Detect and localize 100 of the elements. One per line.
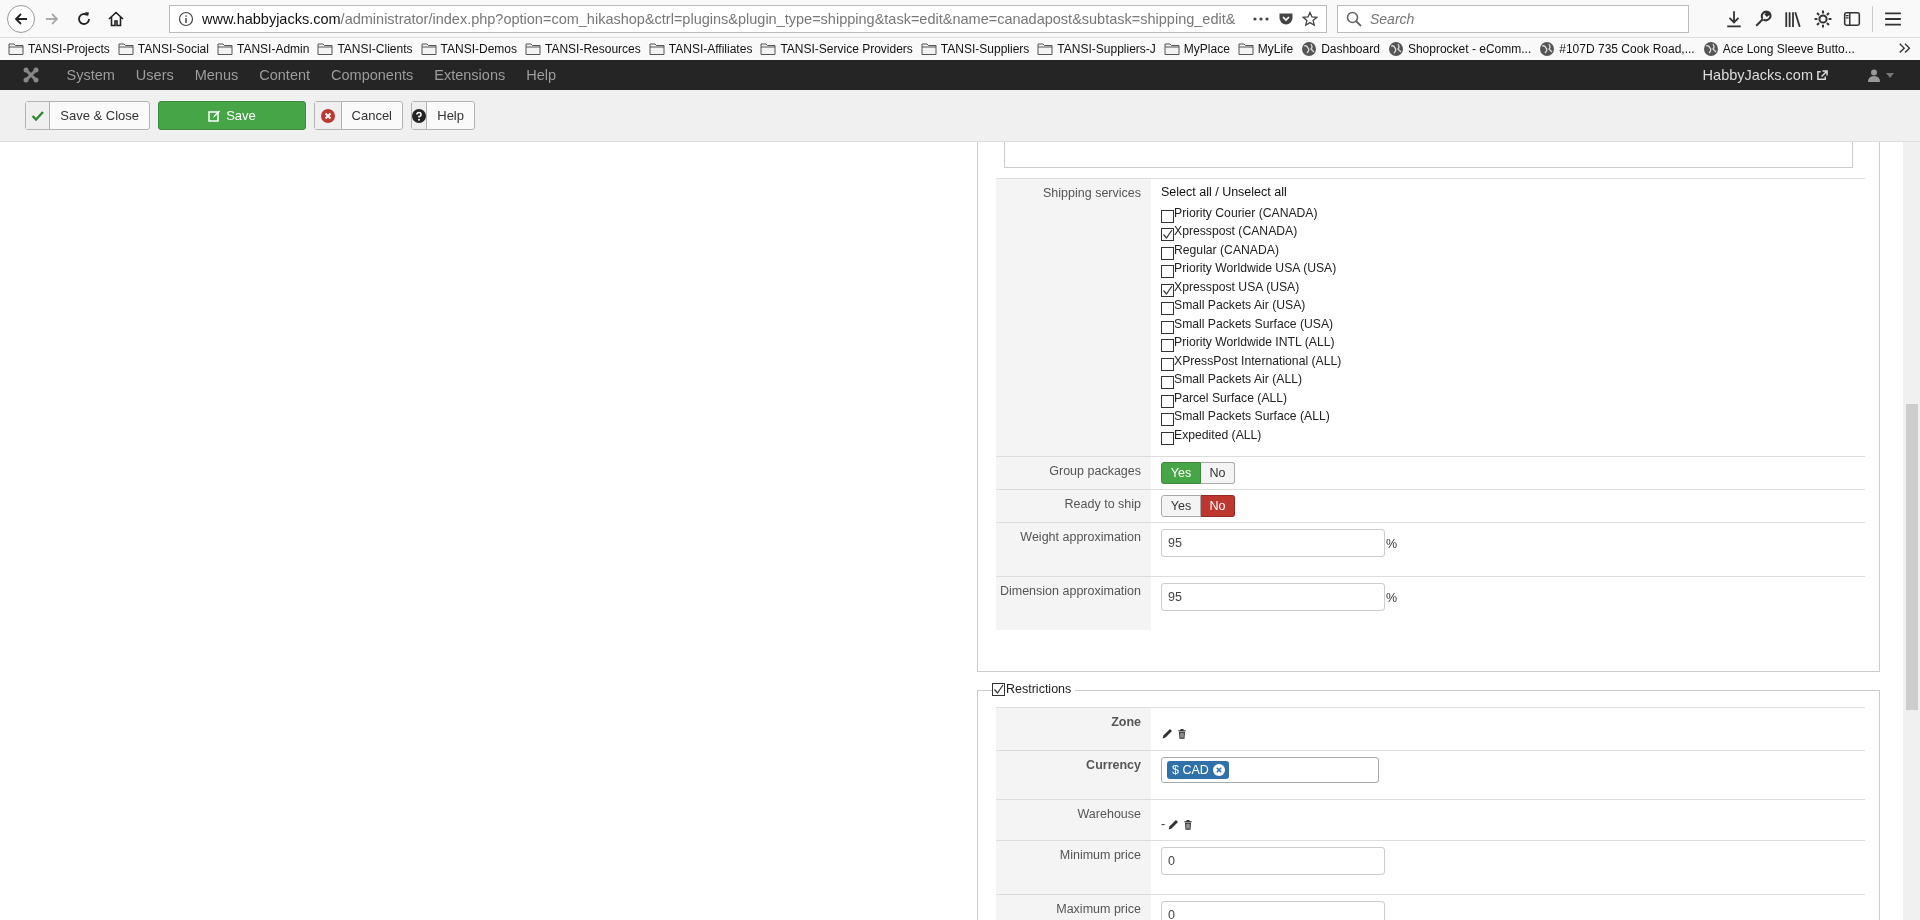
- left-arrow-icon: [13, 10, 29, 27]
- checkbox[interactable]: [1161, 394, 1174, 408]
- bookmark-item[interactable]: TANSI-Projects: [8, 41, 110, 57]
- folder-icon: [317, 41, 334, 57]
- help-icon: [412, 108, 427, 123]
- site-link[interactable]: HabbyJacks.com: [1696, 66, 1834, 84]
- star-icon[interactable]: [1302, 10, 1318, 27]
- bookmark-item[interactable]: MyPlace: [1163, 41, 1230, 57]
- checkbox[interactable]: [1161, 357, 1174, 371]
- back-button[interactable]: [7, 4, 35, 33]
- checkbox-label[interactable]: Xpresspost USA (USA): [1174, 279, 1300, 294]
- checkbox[interactable]: [1161, 246, 1174, 260]
- checkbox-label[interactable]: Small Packets Air (USA): [1174, 298, 1306, 312]
- save-close-button[interactable]: Save & Close: [25, 101, 150, 130]
- bookmark-item[interactable]: TANSI-Suppliers: [920, 41, 1030, 57]
- url-text: www.habbyjacks.com/administrator/index.php?option=com_hikashop&ctrl=plugins&plugin_type=shipping&task=edit&name=canadapost&subtask=shipping_edit&: [202, 10, 1237, 27]
- bookmark-item[interactable]: TANSI-Affiliates: [648, 41, 753, 57]
- number-input[interactable]: 0: [1161, 847, 1385, 875]
- checkbox-label[interactable]: Priority Courier (CANADA): [1174, 205, 1318, 220]
- external-link-icon: [1817, 69, 1828, 81]
- globe-icon: [1301, 41, 1318, 57]
- checkbox-label[interactable]: Priority Worldwide USA (USA): [1174, 261, 1337, 275]
- pencil-icon[interactable]: [1161, 726, 1174, 740]
- check-icon: [31, 109, 45, 122]
- number-input[interactable]: 95: [1161, 529, 1385, 557]
- bookmark-item[interactable]: Ace Long Sleeve Butto...: [1702, 41, 1855, 57]
- info-icon: [178, 10, 194, 27]
- checkbox-label[interactable]: Priority Worldwide INTL (ALL): [1174, 335, 1335, 349]
- bookmark-item[interactable]: TANSI-Suppliers-J: [1037, 41, 1156, 57]
- search-field[interactable]: Search: [1337, 4, 1689, 33]
- pencil-icon[interactable]: [1167, 817, 1181, 831]
- folder-icon: [1237, 41, 1254, 57]
- help-button[interactable]: Help: [411, 101, 475, 130]
- library-icon[interactable]: [1783, 9, 1803, 28]
- trash-icon[interactable]: [1182, 817, 1195, 831]
- checkbox-label[interactable]: Regular (CANADA): [1174, 242, 1279, 257]
- checkbox-label[interactable]: XPressPost International (ALL): [1174, 353, 1342, 368]
- bookmark-item[interactable]: TANSI-Social: [117, 41, 209, 57]
- tag-input[interactable]: $ CAD: [1161, 757, 1379, 783]
- toggle-option[interactable]: No: [1201, 495, 1235, 517]
- number-input[interactable]: 0: [1161, 901, 1385, 920]
- wrench-icon[interactable]: [1754, 9, 1772, 28]
- checkbox[interactable]: [1161, 283, 1174, 297]
- menu-item[interactable]: Extensions: [423, 67, 516, 83]
- sidebar-icon[interactable]: [1843, 9, 1861, 28]
- address-bar[interactable]: www.habbyjacks.com/administrator/index.php?option=com_hikashop&ctrl=plugins&plugin_type=shipping&task=edit&name=canadapost&subtask=shipping_edit&: [169, 4, 1327, 33]
- double-chevron-icon[interactable]: [1898, 42, 1912, 56]
- menu-item[interactable]: Users: [125, 67, 185, 83]
- bookmark-item[interactable]: #107D 735 Cook Road,...: [1539, 41, 1695, 57]
- menu-item[interactable]: Help: [515, 67, 567, 83]
- unit-text: %: [1386, 591, 1398, 605]
- checkbox-label[interactable]: Expedited (ALL): [1174, 427, 1262, 442]
- bookmark-item[interactable]: TANSI-Clients: [317, 41, 413, 57]
- globe-icon: [1539, 41, 1556, 57]
- currency-tag[interactable]: $ CAD: [1167, 761, 1229, 779]
- gear-icon[interactable]: [1814, 9, 1832, 28]
- trash-icon[interactable]: [1176, 726, 1188, 740]
- checkbox[interactable]: [992, 682, 1005, 696]
- checkbox[interactable]: [1161, 431, 1174, 445]
- user-menu-button[interactable]: [1868, 68, 1894, 82]
- checkbox[interactable]: [1161, 265, 1174, 278]
- search-icon: [1346, 10, 1362, 27]
- folder-icon: [216, 41, 233, 57]
- checkbox[interactable]: [1161, 376, 1174, 389]
- checkbox[interactable]: [1161, 209, 1174, 223]
- scrollbar-thumb[interactable]: [1906, 404, 1918, 710]
- number-input[interactable]: 95: [1161, 583, 1385, 611]
- checkbox-label[interactable]: Xpresspost (CANADA): [1174, 224, 1298, 238]
- checkbox-label[interactable]: Parcel Surface (ALL): [1174, 390, 1288, 405]
- toggle-option[interactable]: Yes: [1161, 495, 1201, 517]
- bookmark-item[interactable]: Shoprocket - eComm...: [1387, 41, 1532, 57]
- checkbox[interactable]: [1161, 302, 1174, 315]
- bookmark-item[interactable]: TANSI-Service Providers: [760, 41, 913, 57]
- checkbox[interactable]: [1161, 320, 1174, 334]
- house-icon: [108, 10, 124, 27]
- menu-icon[interactable]: [1884, 9, 1902, 28]
- toggle-option[interactable]: No: [1201, 462, 1235, 484]
- field-label: Group packages: [996, 457, 1151, 489]
- folder-icon: [8, 41, 24, 57]
- checkbox[interactable]: [1161, 339, 1174, 352]
- checkbox-label[interactable]: Small Packets Surface (USA): [1174, 316, 1334, 331]
- checkbox[interactable]: [1161, 413, 1174, 426]
- menu-item[interactable]: System: [56, 67, 126, 83]
- folder-icon: [1037, 41, 1054, 57]
- bookmark-item[interactable]: TANSI-Resources: [525, 41, 641, 57]
- download-icon[interactable]: [1725, 9, 1743, 28]
- select-all-link[interactable]: Select all / Unselect all: [1161, 185, 1342, 199]
- bookmark-item[interactable]: TANSI-Admin: [216, 41, 310, 57]
- checkbox-label[interactable]: Small Packets Surface (ALL): [1174, 409, 1330, 423]
- menu-item[interactable]: Menus: [184, 67, 249, 83]
- bookmark-item[interactable]: Dashboard: [1301, 41, 1380, 57]
- checkbox[interactable]: [1161, 228, 1174, 241]
- checkbox-label[interactable]: Small Packets Air (ALL): [1174, 372, 1302, 386]
- menu-item[interactable]: Content: [248, 67, 321, 83]
- bookmark-item[interactable]: TANSI-Demos: [420, 41, 517, 57]
- scrollbar[interactable]: [1903, 142, 1920, 920]
- cancel-button[interactable]: Cancel: [314, 101, 403, 130]
- right-arrow-icon: [44, 10, 60, 27]
- bookmark-item[interactable]: MyLife: [1237, 41, 1294, 57]
- menu-item[interactable]: Components: [320, 67, 424, 83]
